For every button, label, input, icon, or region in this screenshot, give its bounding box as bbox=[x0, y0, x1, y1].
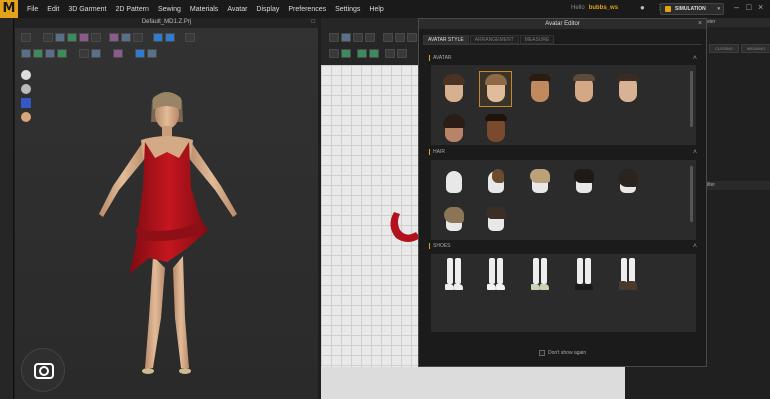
avatar-thumb[interactable] bbox=[523, 71, 556, 107]
avatar-model[interactable] bbox=[15, 18, 318, 399]
add-point-button[interactable] bbox=[365, 33, 375, 42]
tab-avatar-style[interactable]: AVATAR STYLE bbox=[423, 35, 469, 44]
simulation-mode-button[interactable]: SIMULATION ▾ bbox=[660, 3, 724, 15]
closing-button[interactable]: CLOSING bbox=[709, 44, 739, 53]
chevron-down-icon: ▾ bbox=[717, 6, 720, 12]
section-shoes-header[interactable]: SHOES ˄ bbox=[429, 242, 697, 251]
collapse-shoes-icon[interactable]: ˄ bbox=[693, 242, 697, 251]
avatar-thumb[interactable] bbox=[611, 71, 644, 107]
circle-button[interactable] bbox=[407, 33, 417, 42]
close-icon[interactable]: × bbox=[758, 2, 763, 12]
tab-divider bbox=[423, 44, 702, 45]
menu-preferences[interactable]: Preferences bbox=[288, 6, 326, 13]
hair-scrollbar[interactable] bbox=[690, 166, 693, 222]
hair-grid bbox=[431, 160, 696, 240]
avatar-editor-tabs: AVATAR STYLE ARRANGEMENT MEASURE bbox=[423, 35, 555, 44]
shoe-thumb[interactable] bbox=[611, 256, 644, 292]
shoes-grid bbox=[431, 254, 696, 332]
section-avatar-label: AVATAR bbox=[433, 55, 452, 61]
section-hair-label: HAIR bbox=[433, 149, 445, 155]
menu-display[interactable]: Display bbox=[256, 6, 279, 13]
toolbar-2d-row2 bbox=[329, 48, 407, 59]
collapse-hair-icon[interactable]: ˄ bbox=[693, 148, 697, 157]
dont-show-again[interactable]: Don't show again bbox=[539, 350, 586, 356]
weaving-button[interactable]: WEAVING bbox=[741, 44, 770, 53]
shoe-thumb[interactable] bbox=[437, 256, 470, 292]
user-area: Hello bubbs_ws ● ☲ bbox=[571, 3, 666, 12]
hair-thumb[interactable] bbox=[479, 164, 512, 200]
hair-thumb[interactable] bbox=[437, 202, 470, 238]
menu-settings[interactable]: Settings bbox=[335, 6, 360, 13]
tack-sewing-button[interactable] bbox=[369, 49, 379, 58]
maximize-icon[interactable]: □ bbox=[746, 2, 751, 12]
user-label: Hello bbox=[571, 4, 585, 11]
tab-measure[interactable]: MEASURE bbox=[519, 35, 555, 44]
menu-2d-pattern[interactable]: 2D Pattern bbox=[115, 6, 148, 13]
viewport-3d[interactable]: Default_MD1.Z.Prj □ bbox=[15, 18, 318, 399]
shoe-thumb[interactable] bbox=[567, 256, 600, 292]
tab-arrangement[interactable]: ARRANGEMENT bbox=[469, 35, 519, 44]
section-avatar-header[interactable]: AVATAR ˄ bbox=[429, 54, 697, 63]
menu-help[interactable]: Help bbox=[369, 6, 383, 13]
hair-thumb[interactable] bbox=[523, 164, 556, 200]
menu-file[interactable]: File bbox=[27, 6, 38, 13]
left-tool-strip bbox=[0, 18, 14, 399]
dont-show-checkbox[interactable] bbox=[539, 350, 545, 356]
minimize-icon[interactable]: – bbox=[734, 2, 739, 12]
collapse-avatar-icon[interactable]: ˄ bbox=[693, 54, 697, 63]
avatar-thumb[interactable] bbox=[437, 111, 470, 147]
shoe-thumb[interactable] bbox=[479, 256, 512, 292]
avatar-editor-title: Avatar Editor bbox=[419, 19, 706, 29]
camera-icon bbox=[34, 363, 54, 379]
simulation-label: SIMULATION bbox=[675, 6, 706, 12]
edit-point-button[interactable] bbox=[341, 33, 351, 42]
avatar-editor-window: Avatar Editor × AVATAR STYLE ARRANGEMENT… bbox=[418, 18, 707, 367]
menu-3d-garment[interactable]: 3D Garment bbox=[68, 6, 106, 13]
dont-show-label: Don't show again bbox=[548, 350, 587, 356]
check-sewing-button[interactable] bbox=[357, 49, 367, 58]
avatar-grid bbox=[431, 65, 696, 145]
seam-button[interactable] bbox=[385, 49, 395, 58]
pin-2d-button[interactable] bbox=[397, 49, 407, 58]
shoe-thumb[interactable] bbox=[523, 256, 556, 292]
avatar-thumb[interactable] bbox=[567, 71, 600, 107]
hair-thumb[interactable] bbox=[479, 202, 512, 238]
section-hair-header[interactable]: HAIR ˄ bbox=[429, 148, 697, 157]
free-sewing-button[interactable] bbox=[341, 49, 351, 58]
rectangle-button[interactable] bbox=[395, 33, 405, 42]
notification-icon[interactable]: ● bbox=[640, 3, 645, 12]
edit-curve-button[interactable] bbox=[353, 33, 363, 42]
avatar-thumb[interactable] bbox=[479, 111, 512, 147]
simulation-icon bbox=[665, 6, 671, 12]
close-editor-icon[interactable]: × bbox=[698, 19, 702, 29]
hair-thumb[interactable] bbox=[437, 164, 470, 200]
avatar-thumb[interactable] bbox=[479, 71, 512, 107]
app-logo: M bbox=[0, 0, 18, 18]
menu-edit[interactable]: Edit bbox=[47, 6, 59, 13]
avatar-thumb[interactable] bbox=[437, 71, 470, 107]
hair-thumb[interactable] bbox=[567, 164, 600, 200]
menu-sewing[interactable]: Sewing bbox=[158, 6, 181, 13]
menu-avatar[interactable]: Avatar bbox=[227, 6, 247, 13]
user-name[interactable]: bubbs_ws bbox=[589, 5, 618, 11]
avatar-scrollbar[interactable] bbox=[690, 71, 693, 127]
menu-materials[interactable]: Materials bbox=[190, 6, 218, 13]
pattern-grid-footer bbox=[321, 367, 625, 399]
section-shoes-label: SHOES bbox=[433, 243, 451, 249]
polygon-button[interactable] bbox=[383, 33, 393, 42]
camera-capture-button[interactable] bbox=[21, 348, 65, 392]
hair-thumb[interactable] bbox=[611, 164, 644, 200]
segment-sewing-button[interactable] bbox=[329, 49, 339, 58]
transform-pattern-button[interactable] bbox=[329, 33, 339, 42]
